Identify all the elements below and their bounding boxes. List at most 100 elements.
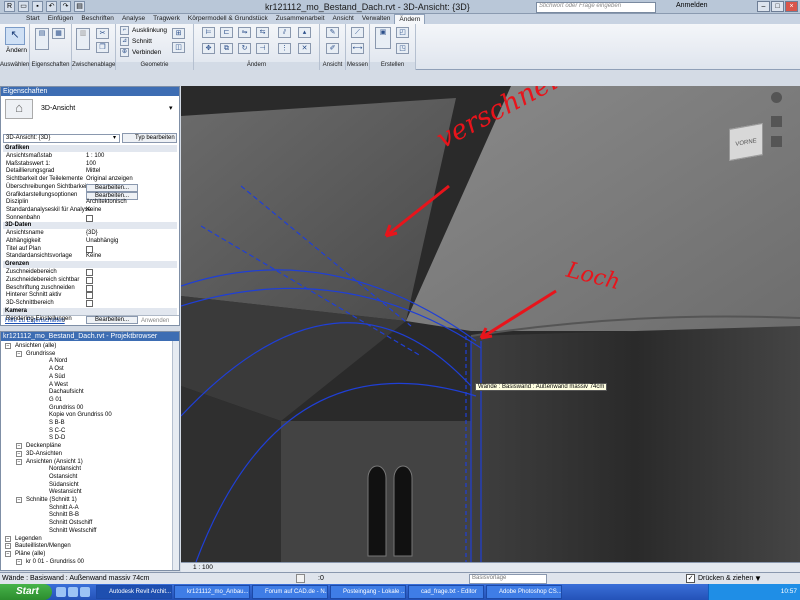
- 3d-viewport[interactable]: verschneiden Loch Wände : Basiswand : Au…: [181, 86, 800, 562]
- ribbon-tab[interactable]: Verwalten: [358, 14, 395, 24]
- property-row[interactable]: Maßstabswert 1: 100: [4, 161, 176, 168]
- property-row[interactable]: Rendering-Einstellungen Bearbeiten...: [4, 315, 176, 324]
- quick-launch-icon[interactable]: [80, 587, 90, 597]
- browser-item[interactable]: Schnitt A-A: [49, 505, 79, 511]
- browser-item[interactable]: Nordansicht: [49, 466, 81, 472]
- type-selector-chevron-icon[interactable]: ▾: [169, 104, 173, 112]
- expand-icon[interactable]: −: [5, 550, 11, 557]
- join-label[interactable]: Verbinden: [132, 49, 161, 56]
- property-value[interactable]: Unabhängig: [86, 238, 118, 244]
- browser-item[interactable]: Dachaufsicht: [49, 389, 84, 395]
- property-row[interactable]: Titel auf Plan: [4, 245, 176, 253]
- browser-item[interactable]: Schnitt Westschiff: [49, 528, 96, 534]
- wall-joins-icon[interactable]: ⊞: [172, 28, 185, 39]
- expand-icon[interactable]: −: [16, 497, 22, 503]
- property-checkbox[interactable]: [86, 299, 93, 307]
- property-value[interactable]: {3D}: [86, 230, 98, 236]
- maximize-icon[interactable]: □: [771, 1, 784, 12]
- start-button[interactable]: Start: [0, 584, 52, 600]
- expand-icon[interactable]: −: [16, 458, 22, 465]
- array-icon[interactable]: ⋮: [278, 43, 291, 54]
- move-icon[interactable]: ✥: [202, 43, 215, 54]
- property-row[interactable]: Detaillierungsgrad Mittel: [4, 168, 176, 175]
- browser-item[interactable]: 3D-Ansichten: [26, 451, 62, 457]
- browser-item[interactable]: Westansicht: [49, 489, 82, 495]
- trim-extend-icon[interactable]: ⊣: [256, 43, 269, 54]
- ribbon-tab[interactable]: Ändern: [394, 14, 426, 24]
- property-checkbox[interactable]: [86, 292, 93, 300]
- taskbar-item[interactable]: Posteingang - Lokale ...: [330, 585, 406, 599]
- ribbon-tab[interactable]: Beschriften: [77, 14, 118, 24]
- property-value[interactable]: 1 : 100: [86, 153, 104, 159]
- property-row[interactable]: Grafikdarstellungsoptionen Bearbeiten...: [4, 191, 176, 200]
- split-icon[interactable]: ⫽: [278, 27, 291, 38]
- design-options-dropdown[interactable]: Basisvorlage: [469, 574, 547, 584]
- taskbar-item[interactable]: Autodesk Revit Archit...: [96, 585, 172, 599]
- instance-selector[interactable]: 3D-Ansicht: {3D}: [3, 134, 120, 143]
- drag-checkbox[interactable]: ✓: [686, 574, 695, 583]
- taskbar-item[interactable]: Adobe Photoshop CS...: [486, 585, 562, 599]
- browser-item[interactable]: Ansichten (Ansicht 1): [26, 459, 83, 465]
- browser-item[interactable]: Deckenpläne: [26, 443, 61, 449]
- browser-item[interactable]: Legenden: [15, 536, 42, 542]
- cut-geometry-label[interactable]: Schnitt: [132, 38, 152, 45]
- property-value[interactable]: Keine: [86, 253, 101, 259]
- ribbon-tab[interactable]: Einfügen: [44, 14, 78, 24]
- browser-item[interactable]: S D-D: [49, 435, 65, 441]
- browser-item[interactable]: Bauteillisten/Mengen: [15, 543, 71, 549]
- ribbon-tab[interactable]: Zusammenarbeit: [272, 14, 329, 24]
- browser-item[interactable]: A Süd: [49, 374, 65, 380]
- property-row[interactable]: Abhängigkeit Unabhängig: [4, 238, 176, 245]
- property-row[interactable]: Disziplin Architektonisch: [4, 199, 176, 206]
- browser-item[interactable]: Ansichten (alle): [15, 343, 56, 349]
- expand-icon[interactable]: −: [16, 450, 22, 457]
- undo-icon[interactable]: ↶: [46, 1, 57, 12]
- property-row[interactable]: Sichtbarkeit der Teilelemente Original an…: [4, 176, 176, 183]
- property-value[interactable]: Mittel: [86, 168, 100, 174]
- override-graphics-icon[interactable]: ✐: [326, 43, 339, 54]
- type-properties-icon[interactable]: ▦: [52, 28, 65, 39]
- join-icon[interactable]: ⊕: [120, 48, 129, 57]
- delete-icon[interactable]: ✕: [298, 43, 311, 54]
- mirror-axis-icon[interactable]: ⇋: [238, 27, 251, 38]
- modify-tool-icon[interactable]: ↖: [5, 27, 25, 45]
- browser-item[interactable]: Ostansicht: [49, 474, 77, 480]
- property-value[interactable]: Bearbeiten...: [86, 315, 139, 324]
- ribbon-tab[interactable]: Analyse: [118, 14, 149, 24]
- worksets-icon[interactable]: [296, 574, 305, 583]
- app-menu-icon[interactable]: R: [4, 1, 15, 12]
- ribbon-tab[interactable]: Start: [22, 14, 44, 24]
- property-value[interactable]: 100: [86, 161, 96, 167]
- cut-icon[interactable]: ✂: [96, 28, 109, 39]
- browser-item[interactable]: G 01: [49, 397, 62, 403]
- property-row[interactable]: Überschreibungen Sichtbarkeit... Bearbeit…: [4, 183, 176, 192]
- expand-icon[interactable]: −: [5, 535, 11, 542]
- selector-chevron-icon[interactable]: ▾: [113, 134, 116, 141]
- offset-icon[interactable]: ⊏: [220, 27, 233, 38]
- login-link[interactable]: Anmelden: [676, 2, 708, 9]
- property-row[interactable]: Zuschneidebereich: [4, 269, 176, 277]
- copy-element-icon[interactable]: ⧉: [220, 43, 233, 54]
- help-search-input[interactable]: Stichwort oder Frage eingeben: [536, 2, 656, 13]
- property-row[interactable]: Sonnenbahn: [4, 214, 176, 222]
- expand-icon[interactable]: −: [16, 558, 22, 565]
- property-row[interactable]: Standardanalyseskil für Analyse Keine: [4, 207, 176, 214]
- pin-icon[interactable]: ▴: [298, 27, 311, 38]
- expand-icon[interactable]: −: [5, 543, 11, 550]
- browser-item[interactable]: Schnitt B-B: [49, 512, 79, 518]
- edit-type-button[interactable]: Typ bearbeiten: [122, 133, 177, 143]
- create-group-icon[interactable]: ◰: [396, 27, 409, 38]
- print-icon[interactable]: ▤: [74, 1, 85, 12]
- modify-button-label[interactable]: Ändern: [6, 47, 27, 54]
- expand-icon[interactable]: −: [5, 343, 11, 349]
- browser-item[interactable]: A Nord: [49, 358, 67, 364]
- measure-icon[interactable]: ⟋: [351, 27, 364, 38]
- browser-item[interactable]: A West: [49, 382, 68, 388]
- property-checkbox[interactable]: [86, 214, 93, 222]
- browser-item[interactable]: Schnitte (Schnitt 1): [26, 497, 77, 503]
- filter-icon[interactable]: ▼: [754, 574, 762, 583]
- redo-icon[interactable]: ↷: [60, 1, 71, 12]
- save-icon[interactable]: ▪: [32, 1, 43, 12]
- property-row[interactable]: Ansichtsname {3D}: [4, 230, 176, 237]
- mirror-draw-icon[interactable]: ⇆: [256, 27, 269, 38]
